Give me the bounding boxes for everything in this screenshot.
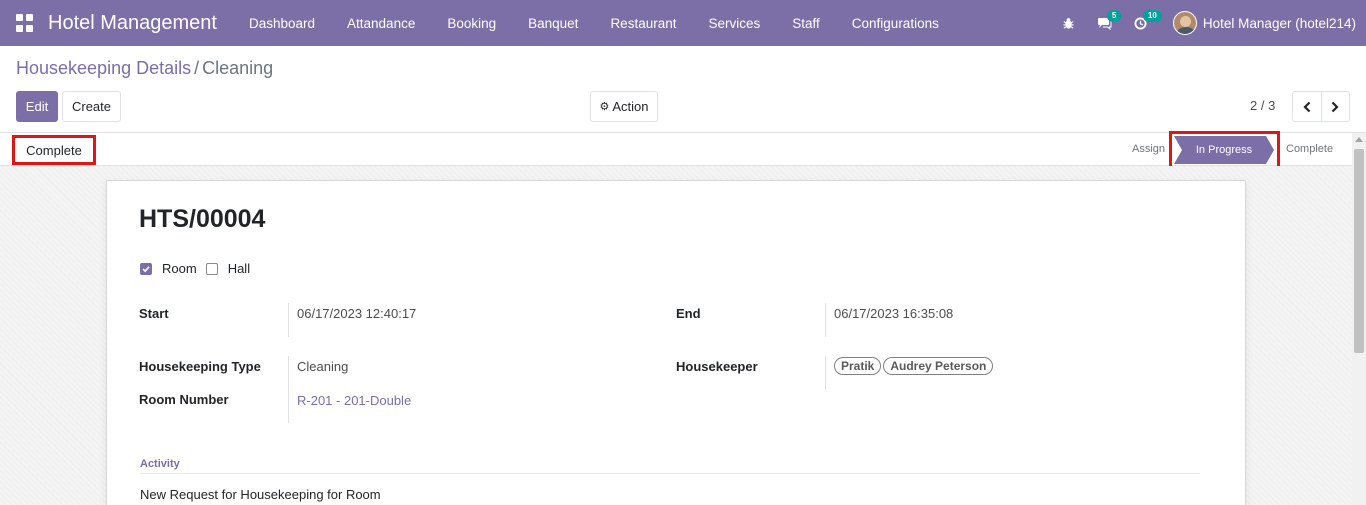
clock-icon[interactable]: 10 xyxy=(1123,0,1162,46)
menu-booking[interactable]: Booking xyxy=(431,16,512,31)
user-name: Hotel Manager (hotel214) xyxy=(1202,15,1356,31)
activities-badge: 10 xyxy=(1142,10,1162,22)
action-label: Action xyxy=(612,99,649,114)
status-bar: Complete Assign In Progress Complete xyxy=(0,131,1366,169)
housekeeper-tag[interactable]: Audrey Peterson xyxy=(883,357,994,375)
start-label: Start xyxy=(139,306,169,321)
activity-tab[interactable]: Activity xyxy=(140,458,180,470)
avatar xyxy=(1172,11,1197,35)
stage-assign[interactable]: Assign xyxy=(1132,143,1165,155)
housekeeping-type-value[interactable]: Cleaning xyxy=(297,359,348,374)
housekeeper-tags: Pratik Audrey Peterson xyxy=(834,357,995,375)
chevron-right-icon xyxy=(1332,101,1340,112)
pager-previous-button[interactable] xyxy=(1293,92,1321,121)
breadcrumb: Housekeeping Details / Cleaning xyxy=(16,58,273,79)
divider xyxy=(288,356,289,423)
checkmark-icon xyxy=(142,265,150,272)
room-number-link[interactable]: R-201 - 201-Double xyxy=(297,393,411,408)
top-navbar: Hotel Management Dashboard Attandance Bo… xyxy=(0,0,1366,46)
app-title[interactable]: Hotel Management xyxy=(48,12,217,35)
menu-configurations[interactable]: Configurations xyxy=(836,16,955,31)
stage-complete[interactable]: Complete xyxy=(1286,143,1333,155)
scroll-thumb[interactable] xyxy=(1354,149,1364,353)
create-button[interactable]: Create xyxy=(62,91,121,122)
activity-divider xyxy=(140,473,1200,474)
stage-highlight: In Progress xyxy=(1169,131,1280,169)
end-label: End xyxy=(676,306,701,321)
main-menu: Dashboard Attandance Booking Banquet Res… xyxy=(233,16,955,31)
housekeeping-type-label: Housekeeping Type xyxy=(139,359,261,374)
menu-attandance[interactable]: Attandance xyxy=(331,16,431,31)
bug-icon[interactable] xyxy=(1051,0,1087,46)
room-label: Room xyxy=(162,261,197,276)
divider xyxy=(288,303,289,337)
chevron-left-icon xyxy=(1303,101,1311,112)
form-sheet: HTS/00004 Room Hall Start 06/17/2023 12:… xyxy=(106,180,1246,505)
pager-buttons xyxy=(1292,91,1350,122)
gear-icon: ⚙ xyxy=(599,101,610,113)
end-value[interactable]: 06/17/2023 16:35:08 xyxy=(834,306,953,321)
navbar-systray: 5 10 Hotel Manager (hotel214) xyxy=(1051,0,1366,46)
breadcrumb-current: Cleaning xyxy=(202,58,274,78)
user-menu[interactable]: Hotel Manager (hotel214) xyxy=(1172,11,1356,35)
hall-checkbox[interactable] xyxy=(205,262,218,275)
edit-button[interactable]: Edit xyxy=(16,91,58,122)
type-checkboxes: Room Hall xyxy=(140,261,259,276)
room-number-label: Room Number xyxy=(139,392,229,407)
menu-services[interactable]: Services xyxy=(692,16,776,31)
housekeeper-tag[interactable]: Pratik xyxy=(834,357,882,375)
divider xyxy=(825,303,826,337)
pager-value[interactable]: 2 / 3 xyxy=(1250,98,1275,113)
apps-icon[interactable] xyxy=(16,14,34,32)
scroll-up-arrow[interactable] xyxy=(1355,137,1363,142)
divider xyxy=(825,356,826,390)
breadcrumb-parent[interactable]: Housekeeping Details xyxy=(16,58,191,78)
housekeeper-label: Housekeeper xyxy=(676,359,758,374)
activity-text: New Request for Housekeeping for Room xyxy=(140,487,381,502)
hall-label: Hall xyxy=(227,261,251,276)
pager-next-button[interactable] xyxy=(1320,92,1349,121)
action-button[interactable]: ⚙ Action xyxy=(590,91,658,122)
start-value[interactable]: 06/17/2023 12:40:17 xyxy=(297,306,416,321)
chat-icon[interactable]: 5 xyxy=(1087,0,1123,46)
stage-in-progress[interactable]: In Progress xyxy=(1174,136,1274,164)
complete-button[interactable]: Complete xyxy=(12,135,96,165)
menu-banquet[interactable]: Banquet xyxy=(512,16,594,31)
room-checkbox[interactable] xyxy=(140,262,152,275)
breadcrumb-separator: / xyxy=(194,58,200,78)
menu-staff[interactable]: Staff xyxy=(776,16,836,31)
messages-badge: 5 xyxy=(1106,10,1122,22)
scrollbar[interactable] xyxy=(1352,133,1366,505)
menu-restaurant[interactable]: Restaurant xyxy=(594,16,692,31)
menu-dashboard[interactable]: Dashboard xyxy=(233,16,331,31)
record-title: HTS/00004 xyxy=(139,205,266,233)
